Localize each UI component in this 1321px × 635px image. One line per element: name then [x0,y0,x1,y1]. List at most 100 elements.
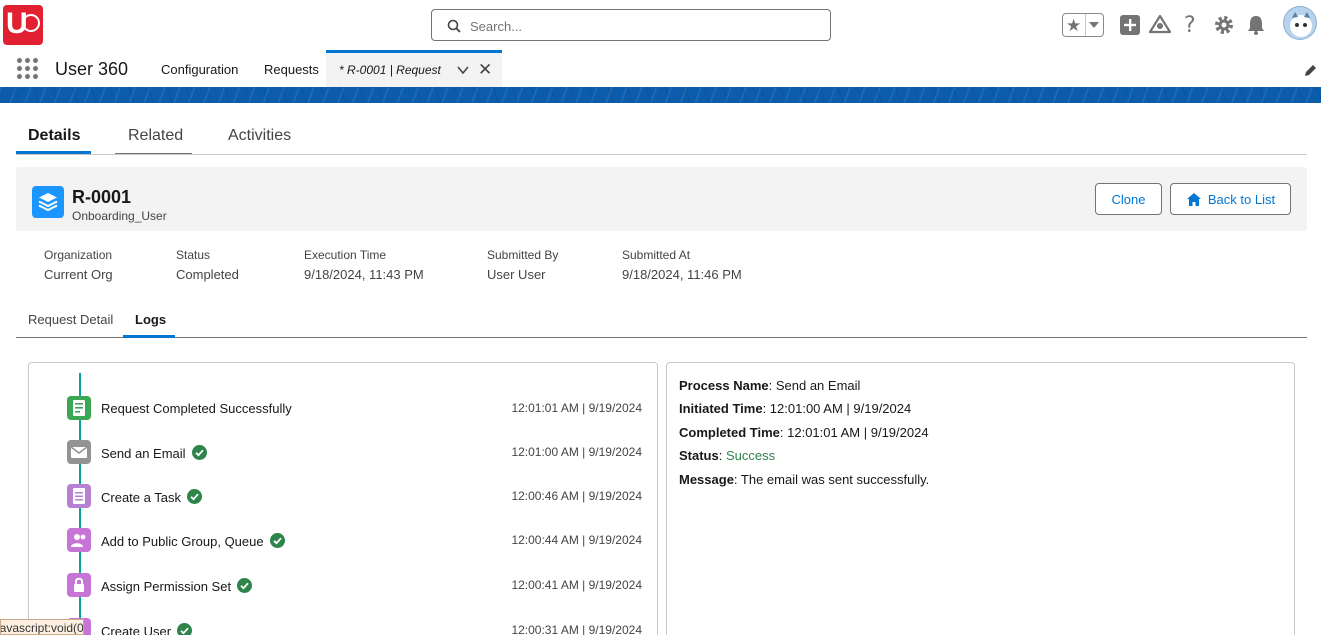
global-header: U ★ ? [0,0,1321,50]
field-label: Status [176,248,211,262]
chevron-down-icon[interactable] [456,63,470,77]
field-label: Execution Time [304,248,387,262]
record-header: R-0001 Onboarding_User Clone Back to Lis… [16,167,1307,231]
detail-label: Message [679,472,734,487]
log-entry-label: Assign Permission Set [101,578,253,596]
record-title: R-0001 [72,187,132,207]
search-icon [447,19,461,33]
field-label: Submitted At [622,248,691,262]
log-entry-label: Add to Public Group, Queue [101,533,285,551]
clone-button[interactable]: Clone [1095,183,1162,215]
group-icon [67,528,91,552]
user-avatar[interactable] [1283,6,1317,40]
global-search[interactable] [431,9,831,41]
log-entry[interactable]: Create a Task 12:00:46 AM | 9/19/2024 [29,484,657,510]
log-entry-label: Request Completed Successfully [101,401,292,416]
field-value: 9/18/2024, 11:43 PM [304,267,424,282]
log-entry-time: 12:01:00 AM | 9/19/2024 [511,445,642,459]
log-entry-label: Send an Email [101,445,207,463]
log-entry-time: 12:00:31 AM | 9/19/2024 [511,623,642,635]
log-entry[interactable]: Request Completed Successfully 12:01:01 A… [29,396,657,422]
app-logo[interactable]: U [3,5,43,45]
log-entry[interactable]: Send an Email 12:01:00 AM | 9/19/2024 [29,440,657,466]
help-icon[interactable]: ? [1182,14,1200,36]
success-check-icon [269,533,285,551]
detail-value: The email was sent successfully. [740,472,930,487]
back-to-list-label: Back to List [1207,191,1276,207]
app-nav-bar: User 360 Configuration Requests * R-0001… [0,50,1321,87]
decorative-banner [0,87,1321,103]
field-submitted-by: Submitted By User User [487,248,558,282]
status-url: javascript:void(0) [0,621,84,635]
task-icon [67,484,91,508]
clone-button-label: Clone [1111,191,1146,207]
log-entry[interactable]: Add to Public Group, Queue 12:00:44 AM | … [29,528,657,554]
log-timeline: Request Completed Successfully 12:01:01 A… [28,362,658,635]
log-entry-text: Send an Email [101,446,186,461]
log-entry-text: Create a Task [101,490,181,505]
record-page: Details Related Activities R-0001 Onboar… [0,103,1321,635]
tab-activities[interactable]: Activities [228,127,291,145]
search-input[interactable] [470,16,810,36]
workspace-tab-label: * R-0001 | Request [339,63,441,77]
detail-value: 12:01:00 AM | 9/19/2024 [769,401,912,416]
detail-value: Send an Email [775,378,861,393]
detail-message: Message: The email was sent successfully… [679,472,930,487]
notifications-icon[interactable] [1245,14,1267,36]
log-entry[interactable]: Assign Permission Set 12:00:41 AM | 9/19/… [29,573,657,599]
detail-status-value: Success [725,448,776,463]
field-execution-time: Execution Time 9/18/2024, 11:43 PM [304,248,424,282]
field-status: Status Completed [176,248,239,282]
log-entry-label: Create User [101,623,193,635]
log-entry-text: Create User [101,624,172,635]
avatar-icon [1290,12,1312,37]
detail-value: 12:01:01 AM | 9/19/2024 [787,425,929,440]
svg-text:?: ? [1184,14,1196,36]
favorites-divider [1085,14,1086,36]
logo-badge-icon [22,14,40,32]
favorites-button[interactable]: ★ [1062,13,1104,37]
tab-logs[interactable]: Logs [135,312,166,327]
detail-label: Completed Time [679,425,780,440]
detail-subtabs: Request Detail Logs [16,303,1307,338]
success-check-icon [191,445,207,463]
checklist-icon [67,396,91,420]
trailhead-icon[interactable] [1149,14,1171,36]
tab-details[interactable]: Details [28,127,80,145]
gear-icon[interactable] [1213,14,1235,36]
log-entry-label: Create a Task [101,489,202,507]
add-icon[interactable] [1119,14,1141,36]
log-entry-time: 12:00:44 AM | 9/19/2024 [511,533,642,547]
detail-process-name: Process Name: Send an Email [679,378,861,393]
field-value: Completed [176,267,239,282]
log-entry[interactable]: Create User 12:00:31 AM | 9/19/2024 [29,618,657,635]
chevron-down-icon[interactable] [1089,22,1099,28]
log-entry-text: Request Completed Successfully [101,401,292,416]
app-name: User 360 [55,59,129,79]
detail-label: Process Name [679,378,769,393]
tab-related[interactable]: Related [128,127,183,145]
nav-item-configuration[interactable]: Configuration [161,62,238,77]
tab-related-underline [115,153,192,154]
workspace-tab-r-0001[interactable]: * R-0001 | Request ✕ [326,50,502,87]
tab-request-detail[interactable]: Request Detail [28,312,113,327]
detail-initiated-time: Initiated Time: 12:01:00 AM | 9/19/2024 [679,401,912,416]
record-icon [32,186,64,218]
detail-completed-time: Completed Time: 12:01:01 AM | 9/19/2024 [679,425,929,440]
edit-nav-icon[interactable] [1303,64,1317,78]
field-value: Current Org [44,267,113,282]
field-submitted-at: Submitted At 9/18/2024, 11:46 PM [622,248,742,282]
browser-status-bar: javascript:void(0) [0,619,84,635]
back-to-list-button[interactable]: Back to List [1170,183,1291,215]
field-value: User User [487,267,546,282]
log-entry-text: Add to Public Group, Queue [101,534,264,549]
close-tab-icon[interactable]: ✕ [478,60,492,80]
log-detail-panel: Process Name: Send an Email Initiated Ti… [666,362,1295,635]
success-check-icon [186,489,202,507]
email-icon [67,440,91,464]
detail-label: Status [679,448,719,463]
app-launcher-icon[interactable] [17,58,39,80]
log-entry-time: 12:00:41 AM | 9/19/2024 [511,578,642,592]
nav-item-requests[interactable]: Requests [264,62,319,77]
stack-icon [38,193,58,212]
